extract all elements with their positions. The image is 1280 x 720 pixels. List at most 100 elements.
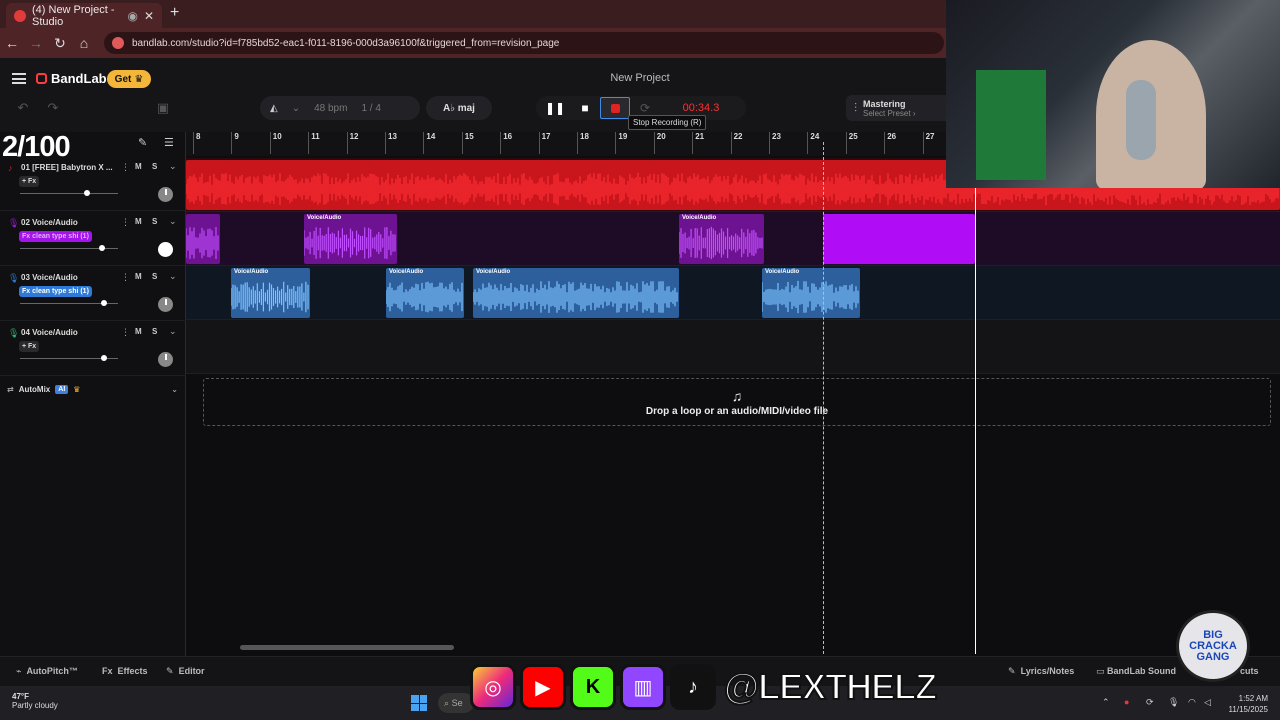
pan-knob[interactable] xyxy=(158,242,173,257)
close-tab-icon[interactable]: ✕ xyxy=(144,9,154,23)
chevron-down-icon[interactable]: ⌄ xyxy=(169,271,177,282)
chevron-up-icon[interactable]: ⌃ xyxy=(1102,697,1110,708)
chevron-down-icon[interactable]: ⌄ xyxy=(169,326,177,337)
audio-clip[interactable]: Voice/Audio xyxy=(231,268,310,318)
fx-button[interactable]: + Fx xyxy=(19,341,40,352)
autopitch-button[interactable]: ⌁ AutoPitch™ xyxy=(16,666,78,677)
ruler-tick[interactable]: 16 xyxy=(500,132,512,154)
ruler-tick[interactable]: 18 xyxy=(577,132,589,154)
bpm-value[interactable]: 48 bpm xyxy=(314,103,347,114)
ruler-tick[interactable]: 10 xyxy=(269,132,282,154)
editor-button[interactable]: ✎ Editor xyxy=(166,666,205,677)
wifi-icon[interactable]: ◠ xyxy=(1188,697,1196,708)
chevron-down-icon[interactable]: ⌄ xyxy=(292,103,300,114)
ruler-tick[interactable]: 13 xyxy=(385,132,397,154)
ruler-tick[interactable]: 21 xyxy=(692,132,704,154)
key-selector[interactable]: A♭ maj xyxy=(426,96,492,120)
audio-clip[interactable]: Voice/Audio xyxy=(679,214,764,264)
audio-clip[interactable]: Voice/Audio xyxy=(386,268,464,318)
undo-icon[interactable]: ↶ xyxy=(12,98,34,118)
new-tab-button[interactable]: + xyxy=(170,4,179,22)
mastering-button[interactable]: ⫶ Mastering Select Preset › xyxy=(846,95,946,121)
windows-start-icon[interactable] xyxy=(411,695,427,711)
track-header-03[interactable]: 🎙 03 Voice/Audio ⋮ M S ⌄ Fx clean type s… xyxy=(0,267,186,321)
pan-knob[interactable] xyxy=(158,297,173,312)
audio-clip[interactable] xyxy=(186,214,220,264)
track-header-04[interactable]: 🎙 04 Voice/Audio ⋮ M S ⌄ + Fx xyxy=(0,322,186,376)
url-field[interactable]: bandlab.com/studio?id=f785bd52-eac1-f011… xyxy=(104,32,944,54)
bandlab-sounds-button[interactable]: ▭ BandLab Sound xyxy=(1096,666,1176,677)
mute-button[interactable]: M xyxy=(135,327,142,336)
track-lane-02[interactable]: Voice/Audio Voice/Audio xyxy=(186,212,1280,266)
sync-tray-icon[interactable]: ⟳ xyxy=(1146,697,1154,708)
chevron-down-icon[interactable]: ⌄ xyxy=(171,385,178,394)
metronome-icon[interactable]: ◭ xyxy=(270,103,278,114)
taskbar-clock[interactable]: 1:52 AM 11/15/2025 xyxy=(1222,693,1268,715)
track-header-01[interactable]: ♪ 01 [FREE] Babytron X ... ⋮ M S ⌄ + Fx xyxy=(0,157,186,211)
pen-icon[interactable]: ✎ xyxy=(138,136,147,149)
track-options-icon[interactable]: ⋮ xyxy=(121,272,130,283)
fx-preset-tag[interactable]: Fx clean type shi (1) xyxy=(19,231,92,242)
forward-icon[interactable]: → xyxy=(24,35,48,51)
track-header-02[interactable]: 🎙 02 Voice/Audio ⋮ M S ⌄ Fx clean type s… xyxy=(0,212,186,266)
weather-widget[interactable]: 47°F Partly cloudy xyxy=(12,692,58,710)
pan-knob[interactable] xyxy=(158,352,173,367)
ruler-tick[interactable]: 9 xyxy=(231,132,239,154)
solo-button[interactable]: S xyxy=(152,272,157,281)
site-info-icon[interactable] xyxy=(112,37,124,49)
track-name[interactable]: 03 Voice/Audio xyxy=(21,273,78,282)
volume-handle[interactable] xyxy=(101,355,107,361)
volume-slider[interactable] xyxy=(20,193,118,194)
ruler-tick[interactable]: 8 xyxy=(192,132,200,154)
shortcuts-button[interactable]: cuts xyxy=(1240,666,1259,676)
playhead[interactable] xyxy=(975,142,976,654)
fx-button[interactable]: + Fx xyxy=(19,176,40,187)
audio-clip[interactable]: Voice/Audio xyxy=(762,268,860,318)
automix-row[interactable]: ⇄ AutoMix AI ♛ ⌄ xyxy=(0,378,186,400)
chevron-down-icon[interactable]: ⌄ xyxy=(169,161,177,172)
record-button[interactable] xyxy=(600,97,630,119)
track-settings-icon[interactable]: ☰ xyxy=(164,136,174,149)
get-membership-button[interactable]: Get ♛ xyxy=(107,70,151,88)
track-lane-04[interactable] xyxy=(186,320,1280,374)
ruler-tick[interactable]: 20 xyxy=(653,132,666,154)
volume-handle[interactable] xyxy=(99,245,105,251)
ruler-tick[interactable]: 11 xyxy=(308,132,320,154)
mute-button[interactable]: M xyxy=(135,272,142,281)
effects-button[interactable]: Fx Effects xyxy=(102,666,148,676)
audio-clip[interactable]: Voice/Audio xyxy=(304,214,397,264)
mute-button[interactable]: M xyxy=(135,162,142,171)
ruler-tick[interactable]: 12 xyxy=(346,132,359,154)
time-signature[interactable]: 1 / 4 xyxy=(361,103,380,114)
track-name[interactable]: 04 Voice/Audio xyxy=(21,328,78,337)
drop-zone[interactable]: ♫ Drop a loop or an audio/MIDI/video fil… xyxy=(203,378,1271,426)
track-options-icon[interactable]: ⋮ xyxy=(121,217,130,228)
track-lane-03[interactable]: Voice/Audio Voice/Audio Voice/Audio Voic… xyxy=(186,266,1280,320)
solo-button[interactable]: S xyxy=(152,217,157,226)
chevron-down-icon[interactable]: ⌄ xyxy=(169,216,177,227)
ruler-tick[interactable]: 17 xyxy=(538,132,551,154)
pause-icon[interactable]: ❚❚ xyxy=(544,97,566,119)
save-icon[interactable]: ▣ xyxy=(152,98,174,118)
app-tray-icon[interactable]: ● xyxy=(1124,697,1129,707)
taskbar-search[interactable]: ⌕ Se xyxy=(438,693,474,713)
bandlab-logo[interactable]: BandLab xyxy=(36,71,107,86)
ruler-tick[interactable]: 15 xyxy=(461,132,474,154)
solo-button[interactable]: S xyxy=(152,327,157,336)
recording-clip[interactable] xyxy=(823,214,975,264)
track-options-icon[interactable]: ⋮ xyxy=(121,162,130,173)
home-icon[interactable]: ⌂ xyxy=(72,35,96,51)
project-title[interactable]: New Project xyxy=(560,72,720,84)
redo-icon[interactable]: ↷ xyxy=(42,98,64,118)
mute-button[interactable]: M xyxy=(135,217,142,226)
ruler-tick[interactable]: 22 xyxy=(730,132,743,154)
ruler-tick[interactable]: 23 xyxy=(769,132,781,154)
track-name[interactable]: 02 Voice/Audio xyxy=(21,218,78,227)
volume-handle[interactable] xyxy=(101,300,107,306)
track-options-icon[interactable]: ⋮ xyxy=(121,327,130,338)
pan-knob[interactable] xyxy=(158,187,173,202)
back-icon[interactable]: ← xyxy=(0,35,24,51)
horizontal-scrollbar[interactable] xyxy=(240,645,454,650)
lyrics-notes-button[interactable]: ✎ Lyrics/Notes xyxy=(1008,666,1074,677)
menu-icon[interactable] xyxy=(12,73,26,84)
